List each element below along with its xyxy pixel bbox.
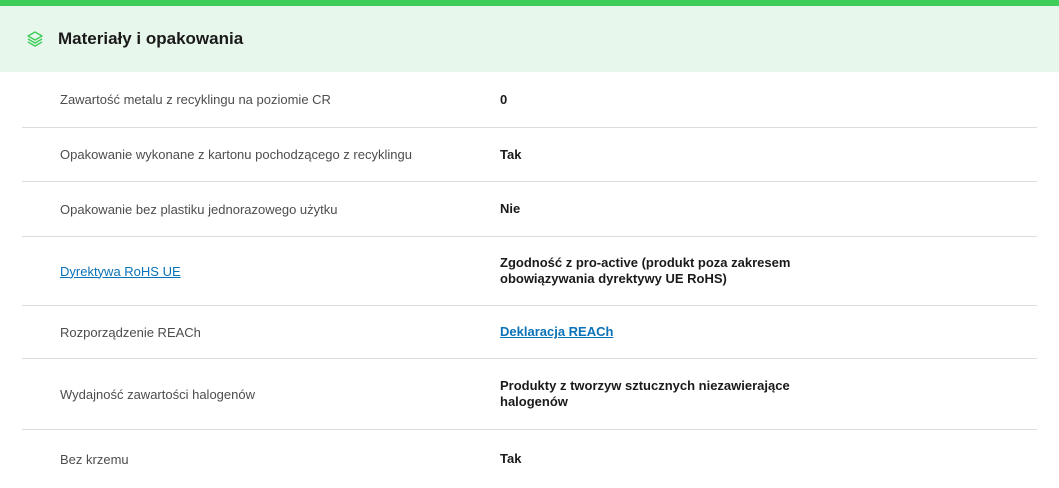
rohs-directive-link[interactable]: Dyrektywa RoHS UE [60,264,181,279]
section-header[interactable]: Materiały i opakowania [0,6,1059,72]
table-row: Opakowanie bez plastiku jednorazowego uż… [22,182,1037,237]
row-label: Opakowanie wykonane z kartonu pochodzące… [60,147,412,162]
reach-declaration-link[interactable]: Deklaracja REACh [500,324,613,339]
row-label: Rozporządzenie REACh [60,324,201,340]
row-label: Zawartość metalu z recyklingu na poziomi… [60,92,331,107]
table-row: Wydajność zawartości halogenów Produkty … [22,359,1037,430]
row-value: 0 [500,91,508,107]
row-label: Wydajność zawartości halogenów [60,386,255,402]
table-row: Rozporządzenie REACh Deklaracja REACh [22,306,1037,359]
row-label: Opakowanie bez plastiku jednorazowego uż… [60,201,338,217]
row-label: Bez krzemu [60,451,129,467]
table-row: Zawartość metalu z recyklingu na poziomi… [22,72,1037,128]
reach-value-cell: Deklaracja REACh [500,324,860,340]
materials-packaging-panel: Materiały i opakowania Zawartość metalu … [0,0,1059,475]
table-row: Bez krzemu Tak [22,430,1037,488]
rohs-link-cell: Dyrektywa RoHS UE [22,264,500,279]
row-value: Nie [500,201,521,216]
row-value: Tak [500,146,522,162]
section-title: Materiały i opakowania [58,29,244,48]
attribute-table: Zawartość metalu z recyklingu na poziomi… [0,72,1059,488]
table-row: Opakowanie wykonane z kartonu pochodzące… [22,128,1037,182]
row-value: Zgodność z pro-active (produkt poza zakr… [500,255,791,286]
row-value: Tak [500,451,522,466]
table-row: Dyrektywa RoHS UE Zgodność z pro-active … [22,237,1037,306]
row-value: Produkty z tworzyw sztucznych niezawiera… [500,378,790,409]
layers-icon [26,30,44,48]
